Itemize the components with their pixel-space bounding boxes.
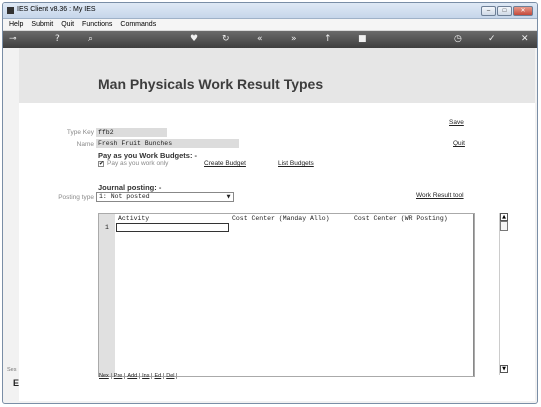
edit-row-button[interactable]: Ed [154,373,165,379]
insert-row-button[interactable]: Ins [142,373,153,379]
row-action-buttons: Nex Pre Add Ins Ed Del [99,373,178,379]
pay-as-you-work-label: Pay as you work only [107,160,169,167]
create-budget-link[interactable]: Create Budget [204,160,246,167]
column-header-cost-center-wr: Cost Center (WR Posting) [354,215,448,222]
first-icon[interactable]: « [257,34,263,45]
chevron-down-icon[interactable]: ▼ [225,193,232,201]
window-title: IES Client v8.36 : My IES [17,6,96,13]
search-icon[interactable]: ⌕ [88,34,93,45]
menu-submit[interactable]: Submit [31,21,53,28]
type-key-field[interactable]: ffb2 [96,128,167,137]
minimize-button[interactable]: – [481,6,496,16]
grid-divider [473,214,474,376]
type-key-label: Type Key [66,129,94,136]
refresh-icon[interactable]: ↻ [222,34,230,45]
menu-help[interactable]: Help [9,21,23,28]
content-area: Save Quit Type Key ffb2 Name Fresh Fruit… [19,103,535,401]
column-header-cost-center-manday: Cost Center (Manday Allo) [232,215,330,222]
journal-posting-heading: Journal posting: - [98,183,162,192]
delete-row-button[interactable]: Del [166,373,178,379]
close-button[interactable]: ✕ [513,6,533,16]
scroll-thumb[interactable] [500,221,508,231]
title-bar: IES Client v8.36 : My IES – □ ✕ [3,3,537,19]
add-row-button[interactable]: Add [127,373,141,379]
upload-icon[interactable]: ↑ [324,34,332,45]
close-icon[interactable]: ✕ [521,34,529,45]
pay-budgets-heading: Pay as you Work Budgets: - [98,151,198,160]
side-label-fragment: Ses [7,367,17,373]
previous-row-button[interactable]: Pre [114,373,126,379]
header-band: Man Physicals Work Result Types [19,48,535,103]
posting-type-label: Posting type [58,194,94,201]
grid-row-header [99,214,115,376]
key-icon[interactable]: ⊸ [9,34,17,45]
side-icon-fragment: E [13,378,20,388]
scroll-down-icon[interactable]: ▼ [500,365,508,373]
maximize-button[interactable]: □ [497,6,512,16]
page-title: Man Physicals Work Result Types [98,76,324,92]
vertical-scrollbar[interactable]: ▲ ▼ [499,213,508,375]
last-icon[interactable]: » [291,34,297,45]
help-icon[interactable]: ? [55,34,60,45]
save-button[interactable]: Save [449,119,464,126]
work-result-tool-link[interactable]: Work Result tool [416,192,464,199]
heart-icon[interactable]: ♥ [190,34,198,45]
menu-commands[interactable]: Commands [120,21,156,28]
stop-icon[interactable]: ■ [358,34,367,45]
window-controls: – □ ✕ [481,6,533,16]
activity-cell-input[interactable] [116,223,229,232]
list-budgets-link[interactable]: List Budgets [278,160,314,167]
history-icon[interactable]: ◷ [454,34,462,45]
name-field[interactable]: Fresh Fruit Bunches [96,139,239,148]
toolbar: ⊸ ? ⌕ ♥ ↻ « » ↑ ■ ◷ ✓ ✕ [3,31,537,48]
quit-button[interactable]: Quit [453,140,465,147]
posting-type-select[interactable]: 1: Not posted ▼ [96,192,234,202]
pay-as-you-work-checkbox[interactable]: ✔ [98,160,104,167]
menu-functions[interactable]: Functions [82,21,112,28]
next-row-button[interactable]: Nex [99,373,112,379]
activity-grid: Activity Cost Center (Manday Allo) Cost … [98,213,475,377]
column-header-activity: Activity [118,215,150,222]
menu-quit[interactable]: Quit [61,21,74,28]
scroll-up-icon[interactable]: ▲ [500,213,508,221]
posting-type-value: 1: Not posted [99,193,150,200]
row-number: 1 [105,224,109,231]
app-window: IES Client v8.36 : My IES – □ ✕ Help Sub… [2,2,538,404]
menu-bar: Help Submit Quit Functions Commands [3,19,537,31]
check-icon[interactable]: ✓ [488,34,496,45]
app-icon [7,7,14,14]
pay-as-you-work-row: ✔ Pay as you work only [98,160,168,167]
name-label: Name [76,141,94,148]
